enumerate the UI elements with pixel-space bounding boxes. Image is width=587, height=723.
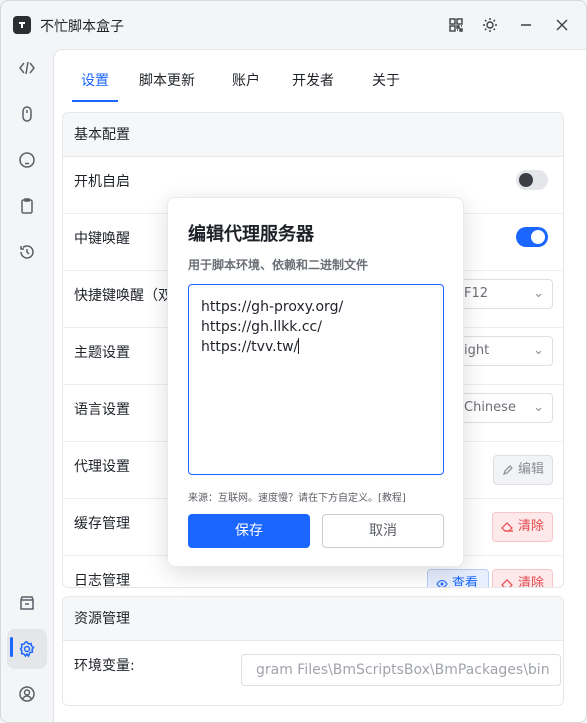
- theme-sun-icon[interactable]: [478, 13, 502, 37]
- save-button[interactable]: 保存: [188, 514, 310, 548]
- mouse-icon[interactable]: [13, 100, 41, 128]
- sidebar: [1, 49, 53, 722]
- basic-config-header: 基本配置: [63, 113, 563, 157]
- startup-toggle[interactable]: [516, 170, 548, 190]
- app-title: 不忙脚本盒子: [40, 19, 124, 35]
- proxy-label: 代理设置: [74, 459, 130, 475]
- tab-developer[interactable]: 开发者: [292, 68, 342, 102]
- proxy-line: https://gh-proxy.org/: [201, 299, 344, 315]
- tab-script-update[interactable]: 脚本更新: [139, 68, 209, 102]
- proxy-edit-label: 编辑: [517, 462, 544, 477]
- settings-icon[interactable]: [7, 629, 47, 669]
- eraser-icon: [501, 522, 513, 532]
- proxy-edit-button[interactable]: 编辑: [492, 455, 553, 485]
- grid-icon[interactable]: [444, 13, 468, 37]
- tab-about[interactable]: 关于: [372, 68, 412, 102]
- log-clear-label: 清除: [517, 576, 544, 588]
- store-icon[interactable]: [13, 589, 41, 617]
- dialog-subtitle: 用于脚本环境、依赖和二进制文件: [188, 258, 369, 272]
- minimize-icon[interactable]: [514, 13, 538, 37]
- edit-icon: [503, 465, 513, 475]
- chevron-down-icon: ⌄: [533, 286, 544, 301]
- log-label: 日志管理: [74, 573, 130, 588]
- edit-proxy-dialog: 编辑代理服务器 用于脚本环境、依赖和二进制文件 https://gh-proxy…: [167, 197, 464, 567]
- cache-label: 缓存管理: [74, 516, 130, 532]
- chevron-down-icon: ⌄: [533, 343, 544, 358]
- proxy-list-textarea[interactable]: https://gh-proxy.org/ https://gh.llkk.cc…: [188, 284, 444, 475]
- proxy-line: https://tvv.tw/: [201, 337, 431, 357]
- app-window: 不忙脚本盒子 设置 脚本更新 账户 开发者 关于 基本配置 开机自启 中键唤醒 …: [0, 0, 587, 723]
- middle-click-label: 中键唤醒: [74, 231, 130, 247]
- theme-label: 主题设置: [74, 345, 130, 361]
- proxy-line-text: https://tvv.tw/: [201, 339, 299, 355]
- keyboard-icon[interactable]: [13, 146, 41, 174]
- dialog-title: 编辑代理服务器: [188, 224, 314, 245]
- theme-value: ight: [464, 343, 490, 358]
- language-label: 语言设置: [74, 402, 130, 418]
- hotkey-value: F12: [464, 286, 489, 301]
- cache-clear-label: 清除: [517, 519, 544, 534]
- code-icon[interactable]: [13, 54, 41, 82]
- user-icon[interactable]: [13, 680, 41, 708]
- resources-header: 资源管理: [63, 597, 563, 641]
- language-select[interactable]: Chinese ⌄: [457, 393, 553, 423]
- log-view-button[interactable]: 查看: [427, 569, 489, 588]
- cancel-button[interactable]: 取消: [322, 514, 444, 548]
- tab-account[interactable]: 账户: [232, 68, 272, 102]
- history-icon[interactable]: [13, 238, 41, 266]
- active-indicator: [10, 637, 13, 657]
- cache-clear-button[interactable]: 清除: [491, 512, 553, 542]
- language-value: Chinese: [464, 400, 516, 415]
- env-label: 环境变量:: [74, 658, 135, 674]
- log-view-label: 查看: [452, 576, 479, 588]
- app-logo-icon: [13, 16, 31, 34]
- theme-select[interactable]: ight ⌄: [457, 336, 553, 366]
- hotkey-select[interactable]: F12 ⌄: [457, 279, 553, 309]
- tab-settings[interactable]: 设置: [72, 68, 118, 102]
- log-clear-button[interactable]: 清除: [491, 569, 553, 588]
- text-caret: [298, 338, 300, 354]
- dialog-note: 来源：互联网。速度慢？请在下方自定义。[教程]: [188, 493, 406, 504]
- chevron-down-icon: ⌄: [533, 400, 544, 415]
- eye-icon: [436, 579, 448, 587]
- resources-card: 资源管理 环境变量: gram Files\BmScriptsBox\BmPac…: [62, 596, 564, 706]
- middle-click-toggle[interactable]: [516, 227, 548, 247]
- env-path-input[interactable]: gram Files\BmScriptsBox\BmPackages\bin: [241, 654, 561, 686]
- env-row: 环境变量: gram Files\BmScriptsBox\BmPackages…: [63, 641, 563, 698]
- hotkey-label: 快捷键唤醒（双: [74, 288, 172, 304]
- title-bar: 不忙脚本盒子: [1, 1, 586, 49]
- clipboard-icon[interactable]: [13, 192, 41, 220]
- startup-label: 开机自启: [74, 174, 130, 190]
- proxy-line: https://gh.llkk.cc/: [201, 319, 322, 335]
- eraser-icon: [501, 579, 513, 587]
- close-icon[interactable]: [550, 13, 574, 37]
